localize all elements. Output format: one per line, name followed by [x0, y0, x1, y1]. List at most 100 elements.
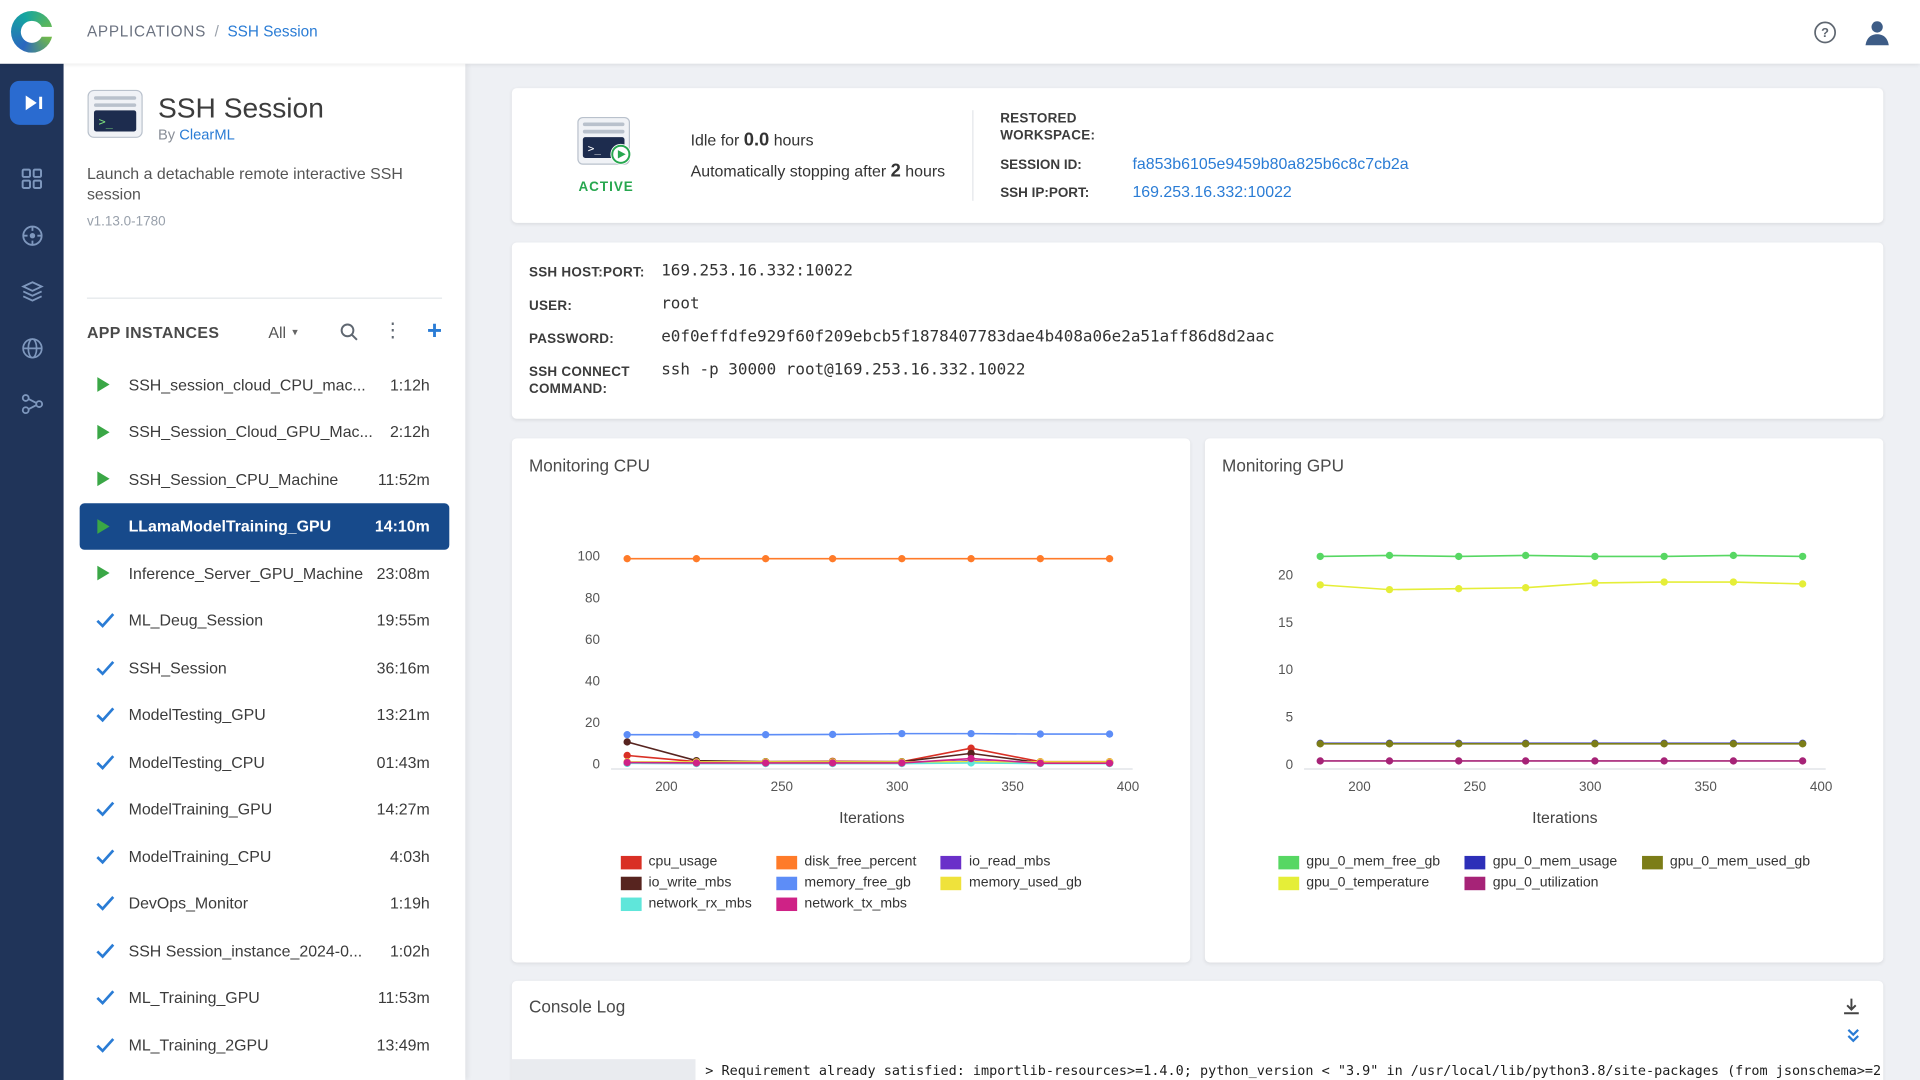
detail-value: ssh -p 30000 root@169.253.16.332.10022 [661, 361, 1025, 381]
session-terminal-icon: >_ [577, 116, 636, 174]
instance-name: ML_Deug_Session [129, 611, 377, 629]
completed-status-icon [96, 707, 117, 723]
legend-swatch [941, 876, 962, 889]
legend-item: gpu_0_mem_usage [1465, 855, 1618, 870]
legend-label: gpu_0_mem_usage [1493, 855, 1617, 870]
console-body[interactable]: > Requirement already satisfied: importl… [512, 1059, 1883, 1080]
legend-item: gpu_0_mem_free_gb [1278, 855, 1440, 870]
legend-label: gpu_0_temperature [1306, 876, 1429, 891]
idle-hours-value: 0.0 [744, 130, 770, 151]
completed-status-icon [96, 943, 117, 959]
gpu-chart-legend: gpu_0_mem_free_gbgpu_0_mem_usagegpu_0_me… [1222, 855, 1866, 891]
app-instance-row[interactable]: ModelTesting_CPU01:43m [80, 738, 450, 785]
completed-status-icon [96, 613, 117, 629]
datasets-icon [20, 280, 43, 302]
page-title: SSH Session [158, 91, 324, 123]
app-instance-row[interactable]: ModelTesting_GPU13:21m [80, 691, 450, 738]
console-gutter [512, 1059, 696, 1080]
breadcrumb-applications[interactable]: APPLICATIONS [87, 23, 206, 40]
main-content: >_ ACTIVE Idle for 0.0 hours Automatical… [465, 64, 1920, 1080]
breadcrumb-separator: / [215, 23, 219, 40]
detail-value: root [661, 295, 699, 315]
detail-row: SSH HOST:PORT:169.253.16.332:10022 [529, 262, 1866, 282]
ssh-ip-link[interactable]: 169.253.16.332:10022 [1132, 182, 1291, 200]
app-instance-row[interactable]: ModelTraining_GPU14:27m [80, 786, 450, 833]
app-title-block: SSH Session By ClearML [158, 91, 324, 142]
add-instance-button[interactable]: + [427, 320, 442, 344]
legend-swatch [776, 876, 797, 889]
instance-runtime: 13:49m [377, 1036, 430, 1054]
instance-name: SSH_Session_Cloud_GPU_Mac... [129, 423, 390, 441]
help-icon[interactable]: ? [1813, 20, 1836, 43]
svg-text:0: 0 [1286, 757, 1293, 772]
app-instance-row[interactable]: Inference_Server_GPU_Machine23:08m [80, 550, 450, 597]
instance-runtime: 1:12h [390, 376, 430, 394]
rail-projects[interactable] [10, 157, 54, 201]
completed-status-icon [96, 895, 117, 911]
idle-prefix: Idle for [691, 131, 740, 149]
legend-label: io_read_mbs [969, 855, 1050, 870]
jump-to-end-icon[interactable] [1845, 1027, 1861, 1043]
legend-item: io_write_mbs [620, 876, 751, 891]
rail-datasets[interactable] [10, 269, 54, 313]
download-log-icon[interactable] [1842, 997, 1862, 1017]
user-avatar[interactable] [1861, 16, 1893, 48]
detail-row: SSH CONNECT COMMAND:ssh -p 30000 root@16… [529, 361, 1866, 398]
app-description: Launch a detachable remote interactive S… [87, 163, 442, 205]
rail-applications[interactable] [10, 81, 54, 125]
app-instance-row[interactable]: DevOps_Monitor1:19h [80, 880, 450, 927]
legend-swatch [620, 876, 641, 889]
running-status-icon [96, 565, 117, 582]
globe-icon [20, 336, 43, 359]
app-instance-row[interactable]: SSH_Session36:16m [80, 644, 450, 691]
app-instance-row[interactable]: ML_Deug_Session19:55m [80, 597, 450, 644]
instance-name: ModelTraining_GPU [129, 800, 377, 818]
rail-pipelines[interactable] [10, 382, 54, 426]
svg-text:>_: >_ [99, 115, 114, 129]
instance-name: ModelTraining_CPU [129, 847, 390, 865]
autostop-suffix: hours [905, 162, 945, 180]
app-instance-row[interactable]: ML_Training_2GPU13:49m [80, 1021, 450, 1068]
legend-label: gpu_0_mem_free_gb [1306, 855, 1440, 870]
detail-label: SSH CONNECT COMMAND: [529, 361, 661, 398]
kebab-menu-icon[interactable]: ⋮ [383, 322, 403, 342]
search-icon[interactable] [339, 322, 359, 342]
svg-text:15: 15 [1278, 615, 1293, 630]
app-instance-row[interactable]: SSH Session_instance_2024-0...1:02h [80, 927, 450, 974]
running-status-icon [96, 471, 117, 488]
svg-text:350: 350 [1694, 779, 1716, 794]
sidebar: >_ SSH Session By ClearML Launch a detac… [64, 64, 466, 1080]
legend-item: cpu_usage [620, 855, 751, 870]
byline-prefix: By [158, 126, 175, 143]
session-state-block: >_ ACTIVE [563, 116, 649, 194]
rail-workers[interactable] [10, 213, 54, 257]
chart-canvas: 020406080100200250300350400Iterations [540, 527, 1162, 850]
completed-status-icon [96, 1037, 117, 1053]
instance-runtime: 2:12h [390, 423, 430, 441]
app-instance-row[interactable]: LLamaModelTraining_GPU14:10m [80, 503, 450, 550]
app-instance-row[interactable]: SSH_Session_CPU_Machine11:52m [80, 456, 450, 503]
app-viewport: APPLICATIONS / SSH Session ? [0, 0, 1920, 1080]
app-instance-row[interactable]: ML_Training_GPU11:53m [80, 974, 450, 1021]
rail-hyperdatasets[interactable] [10, 326, 54, 370]
app-instance-row[interactable]: SSH_session_cloud_CPU_mac...1:12h [80, 361, 450, 408]
legend-label: memory_used_gb [969, 876, 1082, 891]
cpu-chart-card: Monitoring CPU 0204060801002002503003504… [512, 438, 1190, 962]
autostop-prefix: Automatically stopping after [691, 162, 887, 180]
app-instance-row[interactable]: ModelTraining_CPU4:03h [80, 833, 450, 880]
svg-text:200: 200 [655, 779, 677, 794]
instance-runtime: 11:52m [378, 470, 430, 488]
projects-grid-icon [21, 168, 43, 190]
chart-canvas: 05101520200250300350400Iterations [1233, 527, 1855, 850]
svg-text:250: 250 [771, 779, 793, 794]
clearml-logo[interactable] [0, 11, 64, 53]
detail-label: USER: [529, 295, 661, 315]
session-id-link[interactable]: fa853b6105e9459b80a825b6c8c7cb2a [1132, 154, 1408, 172]
app-instances-list: SSH_session_cloud_CPU_mac...1:12hSSH_Ses… [80, 361, 450, 1080]
instances-filter-dropdown[interactable]: All ▾ [268, 323, 297, 341]
status-badge: ACTIVE [578, 180, 633, 195]
clearml-link[interactable]: ClearML [179, 126, 235, 143]
app-instance-row[interactable]: SSH_Session_Cloud_GPU_Mac...2:12h [80, 408, 450, 455]
svg-text:80: 80 [585, 590, 600, 605]
app-instance-row[interactable]: ML_Testing_GPU32:12m [80, 1068, 450, 1080]
